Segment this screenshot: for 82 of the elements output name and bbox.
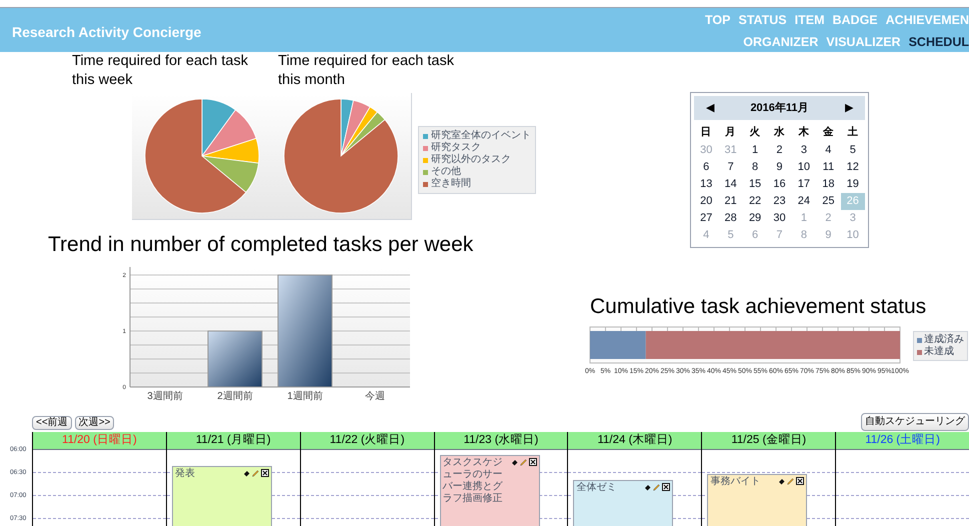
weekday-label: 金: [822, 125, 835, 140]
legend-label: 達成済み: [924, 334, 964, 346]
day-header: 11/22 (火曜日): [300, 432, 434, 450]
calendar-day[interactable]: 17: [792, 176, 816, 193]
chart-title: Time required for each task this month: [278, 52, 455, 90]
calendar-day[interactable]: 19: [840, 176, 865, 193]
calendar-day[interactable]: 22: [742, 193, 768, 210]
day-header: 11/26 (土曜日): [836, 432, 969, 450]
calendar-day[interactable]: 29: [742, 210, 768, 227]
calendar-day[interactable]: 13: [694, 176, 718, 193]
calendar-day[interactable]: 15: [742, 176, 768, 193]
axis-label: 3週間前: [147, 391, 183, 402]
calendar-day[interactable]: 18: [816, 176, 841, 193]
event-title: タスクスケジューラのサーバー連携とグラフ描画修正: [442, 457, 504, 505]
legend-label: 未達成: [924, 346, 954, 358]
section-title: Trend in number of completed tasks per week: [48, 232, 474, 258]
calendar-day[interactable]: 23: [767, 193, 792, 210]
legend-label: 空き時間: [431, 178, 471, 190]
legend-label: 研究室全体のイベント: [431, 130, 531, 142]
weekday-label: 日: [700, 125, 713, 140]
axis-label: 2週間前: [217, 391, 253, 402]
calendar-day[interactable]: 21: [718, 193, 743, 210]
close-icon[interactable]: [260, 469, 269, 477]
weekday-label: 土: [846, 125, 860, 140]
close-icon[interactable]: [528, 458, 537, 466]
axis-label: 今週: [365, 391, 385, 402]
schedule-event[interactable]: 発表: [172, 466, 272, 526]
schedule-event[interactable]: 事務バイト: [707, 474, 808, 526]
legend-label: 研究以外のタスク: [431, 154, 511, 166]
next-month-button[interactable]: ▶: [844, 100, 853, 116]
day-header: 11/25 (金曜日): [702, 432, 836, 450]
weekday-label: 火: [748, 125, 762, 140]
calendar-day[interactable]: 28: [718, 210, 743, 227]
weekday-label: 月: [724, 125, 738, 140]
site-title: Research Activity Concierge: [12, 23, 202, 42]
calendar-day[interactable]: 7: [718, 159, 743, 176]
calendar-day[interactable]: 2: [767, 142, 792, 159]
weekday-label: 水: [772, 125, 786, 140]
calendar-day[interactable]: 4: [816, 142, 841, 159]
nav-link[interactable]: SCHEDUL: [908, 32, 969, 52]
day-header: 11/23 (水曜日): [434, 432, 568, 450]
calendar-day[interactable]: 14: [718, 176, 743, 193]
calendar-day[interactable]: 20: [694, 193, 718, 210]
auto-schedule-button[interactable]: 自動スケジューリング: [861, 413, 969, 431]
calendar-day[interactable]: 10: [792, 159, 816, 176]
day-header: 11/24 (木曜日): [568, 432, 702, 450]
pencil-icon[interactable]: [787, 478, 794, 484]
calendar-day[interactable]: 3: [792, 142, 816, 159]
calendar-day[interactable]: 16: [767, 176, 792, 193]
next-week-button[interactable]: 次週>>: [74, 416, 114, 430]
schedule-event[interactable]: タスクスケジューラのサーバー連携とグラフ描画修正: [440, 455, 540, 526]
pencil-icon[interactable]: [520, 458, 527, 466]
event-title: 発表: [174, 468, 196, 480]
day-header: 11/21 (月曜日): [166, 432, 300, 450]
month-title: 2016年11月: [750, 100, 809, 116]
close-icon[interactable]: [796, 477, 804, 485]
calendar-day[interactable]: 24: [792, 193, 816, 210]
axis-label: 1週間前: [287, 391, 323, 402]
calendar-day[interactable]: 11: [816, 159, 841, 176]
event-title: 全体ゼミ: [576, 482, 618, 494]
pencil-icon[interactable]: [252, 470, 259, 476]
calendar-day[interactable]: 27: [694, 210, 718, 227]
schedule-event[interactable]: 全体ゼミ: [573, 480, 674, 526]
prev-month-button[interactable]: ◀: [706, 100, 714, 116]
calendar-day[interactable]: 6: [694, 159, 718, 176]
previous-week-button[interactable]: <<前週: [32, 416, 72, 430]
calendar-day[interactable]: 1: [742, 142, 768, 159]
legend-label: 研究タスク: [431, 142, 481, 154]
calendar-day[interactable]: 8: [742, 159, 768, 176]
close-icon[interactable]: [662, 483, 670, 491]
calendar-day[interactable]: 12: [840, 159, 865, 176]
calendar-day[interactable]: 5: [840, 142, 865, 159]
day-header: 11/20 (日曜日): [33, 432, 166, 450]
weekday-label: 木: [797, 125, 810, 140]
pencil-icon[interactable]: [653, 484, 660, 490]
section-title: Cumulative task achievement status: [590, 294, 928, 320]
calendar-day[interactable]: 9: [767, 159, 792, 176]
chart-title: Time required for each task this week: [72, 52, 249, 90]
calendar-day[interactable]: 25: [816, 193, 841, 210]
event-title: 事務バイト: [710, 476, 762, 488]
legend-label: その他: [431, 166, 461, 178]
calendar-day[interactable]: 30: [767, 210, 792, 227]
